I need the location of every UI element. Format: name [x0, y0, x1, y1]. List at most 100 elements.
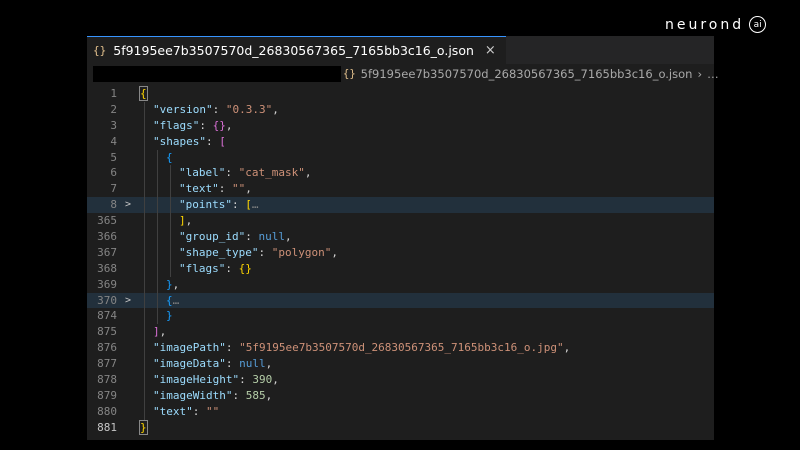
code-text: "imageHeight": 390,: [140, 372, 279, 388]
code-line[interactable]: 369},: [87, 276, 714, 293]
code-line[interactable]: 877 "imageData": null,: [87, 356, 714, 373]
code-text: "text": "": [140, 404, 219, 420]
code-token: "polygon": [271, 245, 332, 259]
code-token: "imageData": [153, 357, 226, 371]
code-token: "group_id": [179, 230, 246, 244]
code-token: ,: [284, 230, 292, 244]
code-token: {}: [212, 118, 226, 132]
code-token: [: [245, 198, 252, 212]
code-text: ],: [140, 213, 192, 229]
code-line[interactable]: 7 "text": "",: [87, 181, 714, 198]
line-number: 5: [110, 150, 117, 164]
tab-bar: {} 5f9195ee7b3507570d_26830567365_7165bb…: [87, 36, 714, 64]
line-number: 874: [97, 309, 117, 323]
code-line[interactable]: 876 "imagePath": "5f9195ee7b3507570d_2683…: [87, 340, 714, 357]
code-editor: {} 5f9195ee7b3507570d_26830567365_7165bb…: [87, 36, 719, 440]
code-token: :: [258, 245, 272, 259]
code-line[interactable]: 6 "label": "cat_mask",: [87, 165, 714, 182]
code-token: "imageHeight": [153, 373, 240, 387]
line-number: 1: [110, 87, 117, 100]
code-line[interactable]: 880 "text": "": [87, 403, 714, 420]
code-line[interactable]: 875],: [87, 324, 714, 341]
line-number: 370: [97, 293, 117, 307]
code-token: ,: [331, 245, 338, 259]
code-token: {}: [238, 261, 252, 275]
code-token: ,: [185, 214, 193, 228]
code-line[interactable]: 874}: [87, 308, 714, 325]
code-token: }: [166, 309, 173, 323]
code-token: :: [205, 134, 220, 148]
code-text: {: [139, 86, 148, 102]
fold-chevron-icon[interactable]: >: [125, 197, 131, 213]
code-token: :: [225, 357, 240, 371]
code-token: "version": [153, 102, 213, 116]
code-token: "flags": [179, 261, 226, 275]
code-token: "cat_mask": [238, 166, 305, 180]
close-icon[interactable]: ×: [485, 43, 496, 58]
code-token: ,: [304, 166, 312, 180]
brand-ai-badge: ai: [749, 16, 767, 33]
editor-tab[interactable]: {} 5f9195ee7b3507570d_26830567365_7165bb…: [87, 36, 506, 64]
code-line[interactable]: 370 > {…: [87, 292, 714, 309]
code-token: :: [245, 230, 259, 244]
code-line[interactable]: 1{: [87, 86, 714, 102]
line-number: 369: [97, 277, 117, 291]
code-token: "text": [179, 182, 219, 196]
code-text: {: [140, 150, 173, 166]
line-number: 876: [97, 341, 117, 355]
code-text: "group_id": null,: [140, 229, 292, 245]
code-token: :: [232, 388, 246, 402]
code-token: :: [199, 118, 213, 132]
fold-chevron-icon[interactable]: >: [125, 293, 131, 309]
line-number: 875: [97, 325, 117, 339]
code-line[interactable]: 367 "shape_type": "polygon",: [87, 244, 714, 261]
code-token: "": [206, 404, 220, 418]
code-line[interactable]: 5{: [87, 149, 714, 166]
code-line[interactable]: 3 "flags": {},: [87, 117, 714, 134]
line-number: 366: [97, 230, 117, 244]
code-line[interactable]: 881}: [87, 419, 714, 436]
line-number: 6: [110, 166, 117, 180]
code-line[interactable]: 4 "shapes": [: [87, 133, 714, 150]
code-token: "points": [179, 198, 232, 212]
code-token: "imageWidth": [153, 388, 233, 402]
chevron-right-icon: ›: [697, 67, 703, 81]
brand-text: neurond: [665, 16, 745, 33]
breadcrumb: {} 5f9195ee7b3507570d_26830567365_7165bb…: [87, 64, 719, 86]
code-text: "points": […: [140, 197, 258, 213]
line-number: 367: [97, 245, 117, 259]
line-number: 877: [97, 357, 117, 371]
brand-logo: neurond ai: [665, 16, 767, 33]
code-text: },: [140, 277, 179, 293]
line-number: 3: [110, 118, 117, 132]
json-file-icon: {}: [343, 68, 356, 80]
code-text: "shapes": [: [140, 134, 226, 150]
line-number: 8: [110, 198, 117, 212]
breadcrumb-more[interactable]: …: [707, 67, 719, 81]
code-line[interactable]: 365],: [87, 213, 714, 230]
code-line[interactable]: 878 "imageHeight": 390,: [87, 372, 714, 388]
code-line[interactable]: 8 > "points": […: [87, 197, 714, 214]
code-text: }: [140, 308, 173, 324]
line-number: 368: [97, 261, 117, 275]
json-file-icon: {}: [93, 44, 107, 57]
code-token: :: [231, 198, 246, 212]
line-number: 878: [97, 373, 117, 387]
code-line[interactable]: 368 "flags": {}: [87, 260, 714, 277]
code-line[interactable]: 366 "group_id": null,: [87, 229, 714, 245]
code-token: ,: [563, 341, 571, 355]
code-token: "label": [179, 166, 226, 180]
code-token: :: [192, 404, 206, 418]
code-token: :: [225, 261, 239, 275]
code-line[interactable]: 879 "imageWidth": 585,: [87, 387, 714, 404]
code-line[interactable]: 2 "version": "0.3.3",: [87, 101, 714, 118]
line-number: 879: [97, 388, 117, 402]
code-token: …: [251, 198, 259, 212]
code-token: 585: [245, 388, 266, 402]
code-text: "imageData": null,: [140, 356, 272, 372]
breadcrumb-file[interactable]: {} 5f9195ee7b3507570d_26830567365_7165bb…: [343, 67, 719, 81]
code-token: :: [212, 102, 226, 116]
code-area[interactable]: 1{2 "version": "0.3.3", 3 "flags": {}, 4 "sha…: [87, 86, 714, 436]
code-token: }: [166, 277, 173, 291]
code-token: "shape_type": [179, 245, 259, 259]
